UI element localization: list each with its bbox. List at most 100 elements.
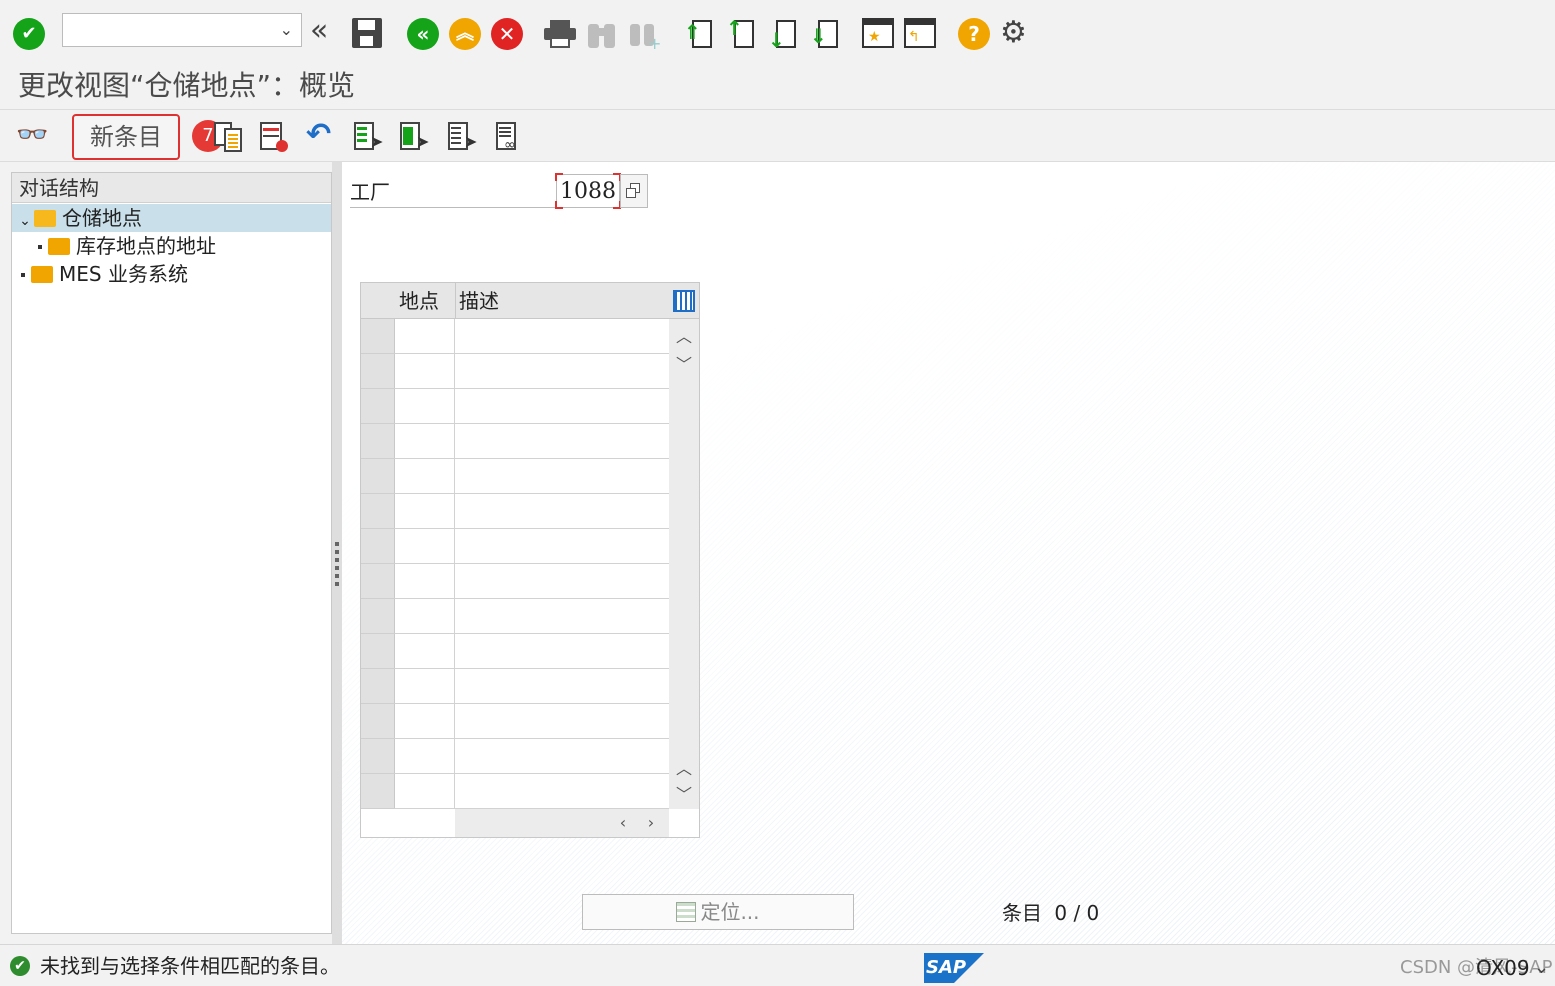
row-selector[interactable]	[361, 634, 395, 669]
scroll-up-icon[interactable]: ︿	[674, 323, 694, 347]
tree-item-storage-location[interactable]: ⌄ 仓储地点	[12, 204, 331, 232]
shortcut-icon[interactable]: ↰	[904, 18, 936, 48]
delete-icon[interactable]	[260, 122, 290, 154]
dialog-structure-header: 对话结构	[12, 173, 331, 203]
row-selector[interactable]	[361, 389, 395, 424]
help-icon[interactable]: ?	[958, 18, 990, 50]
bullet-icon	[38, 245, 42, 249]
table-row[interactable]	[395, 354, 669, 389]
copy-as-icon[interactable]	[214, 122, 244, 154]
back-icon[interactable]: «	[407, 18, 439, 50]
plant-value: 1088	[560, 179, 616, 204]
vertical-scrollbar[interactable]: ︿ ﹀ ︿ ﹀	[669, 319, 699, 809]
row-selector[interactable]	[361, 319, 395, 354]
select-block-icon[interactable]: ➤	[400, 122, 430, 154]
row-selector[interactable]	[361, 669, 395, 704]
table-row[interactable]	[395, 774, 669, 809]
horizontal-scrollbar[interactable]: ‹ ›	[455, 809, 669, 837]
row-selector[interactable]	[361, 739, 395, 774]
table-row[interactable]	[395, 564, 669, 599]
locate-button[interactable]: 定位...	[582, 894, 854, 930]
storage-location-table: 地点 描述 ︿ ﹀ ︿ ﹀ ‹ ›	[360, 282, 700, 838]
table-row[interactable]	[395, 319, 669, 354]
scroll-left-icon[interactable]: ‹	[613, 813, 633, 832]
column-divider	[454, 529, 455, 564]
double-chevron-left-icon[interactable]: «	[310, 16, 328, 46]
first-page-icon[interactable]: ⇑	[684, 18, 714, 50]
splitter-grip-icon[interactable]	[335, 542, 339, 586]
page-up-icon[interactable]: ︿	[674, 755, 694, 779]
table-row[interactable]	[395, 704, 669, 739]
table-row[interactable]	[395, 389, 669, 424]
page-down-icon[interactable]: ﹀	[674, 781, 694, 805]
status-message[interactable]: 未找到与选择条件相匹配的条目。	[40, 951, 340, 981]
table-settings-icon[interactable]	[673, 290, 695, 312]
title-bar: 更改视图“仓储地点”：概览	[0, 66, 1555, 110]
row-selector[interactable]	[361, 774, 395, 809]
command-field[interactable]: ⌄	[62, 13, 302, 47]
print-field-list-icon[interactable]: ∞	[496, 122, 526, 154]
cancel-icon[interactable]: ✕	[491, 18, 523, 50]
column-divider	[454, 389, 455, 424]
tree-item-storage-location-address[interactable]: 库存地点的地址	[38, 232, 216, 260]
row-selector[interactable]	[361, 424, 395, 459]
last-page-icon[interactable]: ⇓	[810, 18, 840, 50]
table-row[interactable]	[395, 599, 669, 634]
table-row[interactable]	[395, 739, 669, 774]
value-help-button[interactable]	[620, 174, 648, 208]
scroll-down-icon[interactable]: ﹀	[674, 351, 694, 375]
row-selector[interactable]	[361, 494, 395, 529]
system-info[interactable]: CSDN @清风-SAP OX09 ⌄	[1400, 953, 1552, 983]
select-all-icon[interactable]: ➤	[354, 122, 384, 154]
entries-counter: 条目 0 / 0	[1002, 898, 1099, 928]
find-next-icon[interactable]: +	[630, 20, 661, 52]
main-content: 工厂 1088 地点 描述 ︿ ﹀ ︿ ﹀ ‹ › 定位... 条目 0 / 0	[342, 162, 1555, 944]
chevron-down-icon[interactable]: ⌄	[16, 207, 34, 235]
table-header: 地点 描述	[361, 283, 699, 319]
row-selector-column	[361, 319, 395, 809]
next-page-icon[interactable]: ↓	[768, 18, 798, 50]
status-bar: ✔ 未找到与选择条件相匹配的条目。 SAP CSDN @清风-SAP OX09 …	[0, 944, 1555, 986]
chevron-down-icon[interactable]: ⌄	[280, 20, 293, 39]
table-row[interactable]	[395, 424, 669, 459]
undo-icon[interactable]: ↶	[306, 118, 331, 152]
tree-item-mes-system[interactable]: MES 业务系统	[21, 260, 188, 288]
folder-icon	[31, 266, 53, 283]
settings-icon[interactable]: ⚙	[1000, 16, 1027, 50]
exit-icon[interactable]: ︽	[449, 18, 481, 50]
column-divider	[454, 459, 455, 494]
column-divider	[454, 424, 455, 459]
deselect-all-icon[interactable]: ➤	[448, 122, 478, 154]
scroll-right-icon[interactable]: ›	[641, 813, 661, 832]
panel-splitter[interactable]	[332, 162, 342, 944]
print-icon[interactable]	[544, 20, 576, 48]
column-divider	[454, 634, 455, 669]
chevron-down-icon[interactable]: ⌄	[1534, 953, 1549, 983]
save-icon[interactable]	[352, 18, 382, 48]
column-header-location[interactable]: 地点	[399, 283, 439, 319]
column-header-description[interactable]: 描述	[459, 283, 499, 319]
locate-icon	[676, 902, 697, 922]
sap-logo: SAP	[924, 953, 984, 983]
table-row[interactable]	[395, 669, 669, 704]
bullet-icon	[21, 273, 25, 277]
table-row[interactable]	[395, 634, 669, 669]
row-selector[interactable]	[361, 564, 395, 599]
row-selector[interactable]	[361, 704, 395, 739]
table-row[interactable]	[395, 459, 669, 494]
column-divider	[454, 494, 455, 529]
display-change-icon[interactable]: 👓	[16, 120, 48, 150]
row-selector[interactable]	[361, 354, 395, 389]
row-selector[interactable]	[361, 599, 395, 634]
new-entries-button[interactable]: 新条目	[72, 114, 180, 160]
enter-icon[interactable]: ✔	[13, 18, 45, 50]
folder-open-icon	[34, 210, 56, 227]
previous-page-icon[interactable]: ↑	[726, 18, 756, 50]
create-session-icon[interactable]: ★	[862, 18, 894, 48]
row-selector[interactable]	[361, 459, 395, 494]
success-icon: ✔	[10, 956, 30, 976]
find-icon[interactable]	[588, 20, 616, 48]
table-row[interactable]	[395, 494, 669, 529]
row-selector[interactable]	[361, 529, 395, 564]
table-row[interactable]	[395, 529, 669, 564]
